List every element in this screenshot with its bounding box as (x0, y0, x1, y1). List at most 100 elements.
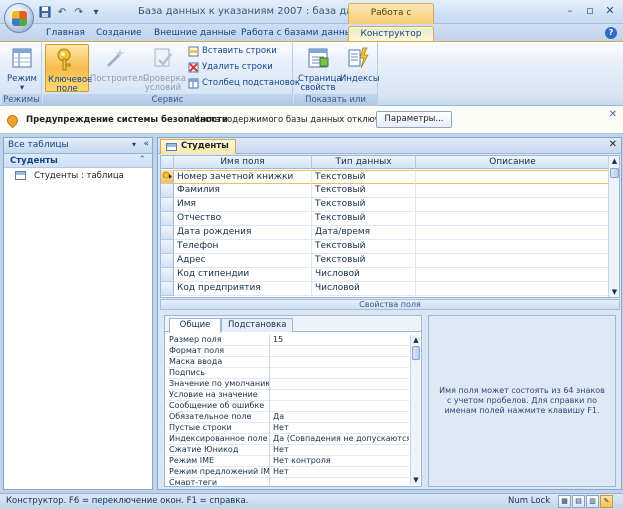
document-tab-students[interactable]: Студенты (160, 139, 236, 154)
description-cell[interactable] (416, 170, 609, 184)
pivot-chart-view-icon[interactable]: ▥ (586, 495, 599, 508)
property-row[interactable]: Сообщение об ошибке (167, 401, 409, 412)
insert-rows-button[interactable]: Вставить строки (188, 45, 277, 58)
description-cell[interactable] (416, 212, 609, 226)
field-row[interactable]: Имя Текстовый (161, 198, 609, 212)
property-value[interactable]: Нет контроля (271, 456, 409, 467)
property-value[interactable]: Нет (271, 423, 409, 434)
field-name-cell[interactable]: Имя (174, 198, 312, 212)
property-value[interactable] (271, 368, 409, 379)
property-row[interactable]: Формат поля (167, 346, 409, 357)
help-icon[interactable]: ? (605, 27, 617, 39)
field-name-cell[interactable]: Номер зачетной книжки (174, 170, 312, 184)
property-value[interactable]: Нет (271, 467, 409, 478)
description-cell[interactable] (416, 268, 609, 282)
options-button[interactable]: Параметры... (376, 111, 452, 128)
tab-external-data[interactable]: Внешние данные (146, 26, 244, 41)
property-row[interactable]: Режим IME Нет контроля (167, 456, 409, 467)
property-row[interactable]: Пустые строки Нет (167, 423, 409, 434)
field-name-cell[interactable]: Адрес (174, 254, 312, 268)
field-name-cell[interactable]: Дата рождения (174, 226, 312, 240)
nav-group-students[interactable]: Студенты ⌃ (4, 154, 152, 168)
close-icon[interactable]: ✕ (609, 109, 617, 120)
close-button[interactable]: ✕ (601, 3, 619, 19)
datasheet-view-icon[interactable]: ▦ (558, 495, 571, 508)
row-selector[interactable] (161, 268, 174, 282)
scroll-up-icon[interactable]: ▲ (411, 335, 421, 345)
close-icon[interactable]: ✕ (609, 139, 617, 150)
tab-database-tools[interactable]: Работа с базами данных (233, 26, 365, 41)
row-selector[interactable] (161, 184, 174, 198)
property-row[interactable]: Маска ввода (167, 357, 409, 368)
description-cell[interactable] (416, 282, 609, 296)
property-value[interactable] (271, 401, 409, 412)
tab-general[interactable]: Общие (169, 318, 221, 333)
field-row[interactable]: Код предприятия Числовой (161, 282, 609, 296)
scroll-down-icon[interactable]: ▼ (411, 475, 421, 485)
property-value[interactable]: Нет (271, 445, 409, 456)
property-value[interactable] (271, 379, 409, 390)
row-selector[interactable] (161, 226, 174, 240)
property-value[interactable] (271, 346, 409, 357)
row-selector[interactable] (161, 282, 174, 296)
data-type-cell[interactable]: Текстовый (312, 254, 416, 268)
field-name-cell[interactable]: Отчество (174, 212, 312, 226)
row-selector[interactable] (161, 212, 174, 226)
save-icon[interactable] (38, 5, 52, 19)
property-row[interactable]: Значение по умолчанию (167, 379, 409, 390)
field-row[interactable]: Отчество Текстовый (161, 212, 609, 226)
redo-icon[interactable]: ↷ (72, 5, 86, 19)
maximize-button[interactable]: ▫ (581, 3, 599, 19)
indexes-button[interactable]: Индексы (340, 44, 380, 92)
properties-scrollbar[interactable]: ▲ ▼ (410, 335, 420, 485)
tab-create[interactable]: Создание (88, 26, 150, 41)
chevron-up-icon[interactable]: ⌃ (138, 155, 146, 165)
field-row[interactable]: Телефон Текстовый (161, 240, 609, 254)
field-name-cell[interactable]: Телефон (174, 240, 312, 254)
description-cell[interactable] (416, 184, 609, 198)
collapse-pane-icon[interactable]: « (143, 139, 149, 149)
row-selector[interactable] (161, 240, 174, 254)
property-row[interactable]: Смарт-теги (167, 478, 409, 485)
property-value[interactable] (271, 357, 409, 368)
property-value[interactable]: Да (271, 412, 409, 423)
tab-design[interactable]: Конструктор (348, 26, 434, 41)
column-header-field-name[interactable]: Имя поля (174, 156, 312, 169)
description-cell[interactable] (416, 254, 609, 268)
builder-button[interactable]: Построитель (90, 44, 148, 92)
office-button[interactable] (4, 3, 34, 33)
field-grid-scrollbar[interactable]: ▲ ▼ (608, 156, 619, 297)
field-row[interactable]: Фамилия Текстовый (161, 184, 609, 198)
primary-key-button[interactable]: Ключевое поле (45, 44, 92, 94)
property-value[interactable]: Да (Совпадения не допускаются) (271, 434, 409, 445)
scroll-thumb[interactable] (412, 346, 420, 360)
row-selector[interactable] (161, 254, 174, 268)
description-cell[interactable] (416, 198, 609, 212)
field-name-cell[interactable]: Фамилия (174, 184, 312, 198)
description-cell[interactable] (416, 226, 609, 240)
field-row[interactable]: Дата рождения Дата/время (161, 226, 609, 240)
column-header-description[interactable]: Описание (416, 156, 609, 169)
data-type-cell[interactable]: Текстовый (312, 240, 416, 254)
pivot-table-view-icon[interactable]: ▤ (572, 495, 585, 508)
test-rules-button[interactable]: Проверка условий (141, 44, 186, 93)
data-type-cell[interactable]: Текстовый (312, 184, 416, 198)
data-type-cell[interactable]: Числовой (312, 268, 416, 282)
property-sheet-button[interactable]: Страница свойств (296, 44, 342, 93)
field-row[interactable]: Адрес Текстовый (161, 254, 609, 268)
scroll-thumb[interactable] (610, 168, 619, 178)
property-row[interactable]: Подпись (167, 368, 409, 379)
data-type-cell[interactable]: Текстовый (312, 212, 416, 226)
property-value[interactable] (271, 390, 409, 401)
property-row[interactable]: Индексированное поле Да (Совпадения не до… (167, 434, 409, 445)
data-type-cell[interactable]: Текстовый (312, 198, 416, 212)
field-row[interactable]: Номер зачетной книжки Текстовый (161, 170, 609, 184)
property-value[interactable]: 15 (271, 335, 409, 346)
field-name-cell[interactable]: Код предприятия (174, 282, 312, 296)
row-selector[interactable] (161, 170, 174, 184)
property-row[interactable]: Размер поля 15 (167, 335, 409, 346)
chevron-down-icon[interactable]: ▾ (132, 140, 136, 149)
delete-rows-button[interactable]: Удалить строки (188, 61, 273, 74)
field-name-cell[interactable]: Код стипендии (174, 268, 312, 282)
property-row[interactable]: Условие на значение (167, 390, 409, 401)
